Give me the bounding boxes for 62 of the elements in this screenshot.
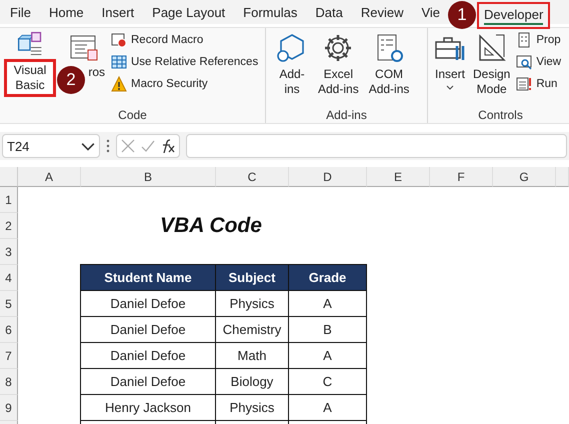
name-box[interactable]: T24 xyxy=(2,134,100,158)
table-header-cell: Subject xyxy=(215,264,289,291)
ribbon-button[interactable]: Design Mode xyxy=(471,30,512,108)
group-label: Code xyxy=(117,108,148,122)
row-header[interactable]: 4 xyxy=(0,265,18,291)
ribbon-tab[interactable]: Home xyxy=(48,4,84,20)
ribbon-button[interactable]: Excel Add-ins xyxy=(316,30,361,108)
magnifier-icon xyxy=(516,54,532,70)
sheet-title: VBA Code xyxy=(159,213,263,239)
ribbon-button[interactable]: View xyxy=(515,52,562,72)
column-header[interactable]: G xyxy=(493,167,556,187)
ribbon-tab[interactable]: Developer xyxy=(477,2,550,28)
row-header[interactable]: 8 xyxy=(0,369,18,395)
table-header-cell: Student Name xyxy=(80,264,216,291)
ribbon-tab[interactable]: Formulas xyxy=(243,4,298,20)
ribbon-button[interactable]: Use Relative References xyxy=(110,52,260,72)
group-label: Controls xyxy=(477,108,524,122)
ribbon-tab[interactable]: Review xyxy=(360,4,404,20)
function-icon xyxy=(161,139,175,153)
warning-icon xyxy=(111,76,127,92)
ribbon-tab[interactable]: Data xyxy=(315,4,343,20)
step-badge: 1 xyxy=(448,1,476,29)
row-header[interactable]: 5 xyxy=(0,291,18,317)
column-header[interactable]: B xyxy=(81,167,216,187)
column-header[interactable] xyxy=(556,167,569,187)
ribbon-tab[interactable]: Page Layout xyxy=(152,4,226,20)
record-icon xyxy=(111,32,127,48)
step-badge: 2 xyxy=(57,66,85,94)
ribbon-button[interactable]: Record Macro xyxy=(110,30,260,50)
cell-reference: T24 xyxy=(7,138,30,154)
more-icon xyxy=(106,139,110,153)
select-all-corner[interactable] xyxy=(0,167,18,187)
ribbon-button[interactable]: Prop xyxy=(515,30,562,50)
ribbon-tab[interactable]: Insert xyxy=(102,4,134,20)
row-header[interactable]: 7 xyxy=(0,343,18,369)
ribbon-tab[interactable]: File xyxy=(10,4,31,20)
group-label: Add-ins xyxy=(325,108,368,122)
grid-icon xyxy=(111,54,127,70)
ribbon-tab[interactable]: Vie xyxy=(421,4,440,20)
column-header[interactable]: F xyxy=(430,167,493,187)
column-header[interactable]: D xyxy=(289,167,367,187)
row-header[interactable]: 9 xyxy=(0,395,18,421)
ribbon-button[interactable]: Insert xyxy=(432,30,468,108)
table-header-cell: Grade xyxy=(288,264,367,291)
ribbon-button[interactable]: Add-ins xyxy=(274,30,310,108)
cube-icon xyxy=(16,30,44,58)
properties-icon xyxy=(516,32,532,48)
row-header[interactable]: 6 xyxy=(0,317,18,343)
ribbon-button[interactable]: COM Add-ins xyxy=(366,30,412,108)
column-header[interactable]: C xyxy=(216,167,289,187)
checkmark-icon xyxy=(141,139,155,153)
row-header[interactable]: 1 xyxy=(0,187,18,213)
close-icon xyxy=(121,139,135,153)
formula-input[interactable] xyxy=(186,134,567,158)
column-header[interactable]: A xyxy=(18,167,81,187)
ribbon-button[interactable]: Visual Basic xyxy=(4,59,56,97)
ribbon-button[interactable]: Macro Security xyxy=(110,74,260,94)
column-header[interactable]: E xyxy=(367,167,430,187)
run-dialog-icon xyxy=(516,76,532,92)
row-header[interactable]: 2 xyxy=(0,213,18,239)
row-header[interactable]: 3 xyxy=(0,239,18,265)
ribbon-button[interactable]: Run xyxy=(515,74,562,94)
